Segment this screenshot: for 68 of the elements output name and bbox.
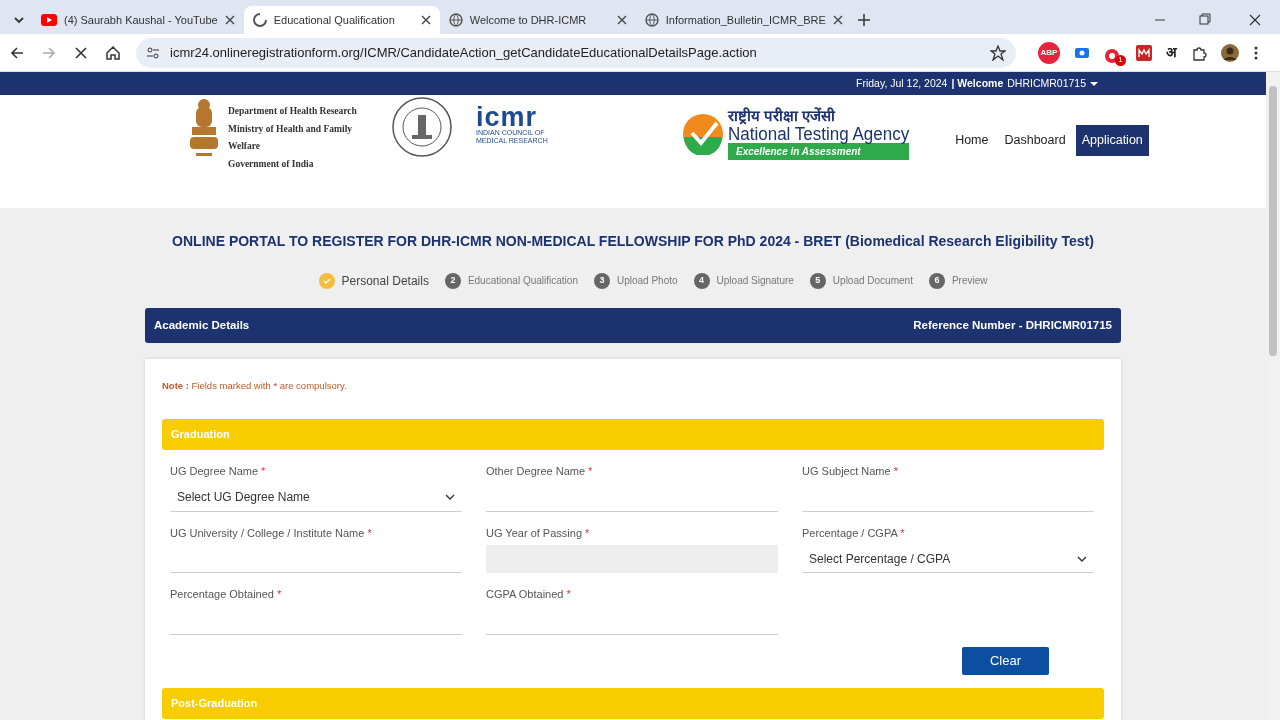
step-number: 6 (928, 272, 945, 289)
menu-icon[interactable] (1253, 44, 1259, 61)
logo-tagline: Excellence in Assessment (728, 143, 910, 160)
puzzle-icon[interactable] (1191, 44, 1207, 61)
field-label: Other Degree Name * (486, 464, 594, 480)
site-info-icon[interactable] (146, 45, 160, 60)
browser-tab[interactable]: Information_Bulletin_ICMR_BRE (635, 6, 852, 34)
caret-icon[interactable] (1090, 80, 1098, 87)
step-number: 4 (693, 272, 710, 289)
camera-icon[interactable] (1074, 45, 1090, 60)
field-label: Percentage / CGPA * (802, 525, 906, 541)
nav-link[interactable]: Home (949, 125, 995, 156)
scrollbar[interactable] (1266, 72, 1280, 720)
step-label: Upload Photo (616, 274, 678, 289)
reference-number: Reference Number - DHRICMR01715 (913, 317, 1112, 333)
step-label: Upload Document (832, 274, 913, 289)
close-icon[interactable] (832, 15, 843, 25)
section-header: Graduation (162, 419, 1104, 451)
browser-tab[interactable]: Educational Qualification (243, 6, 440, 34)
count-badge: 1 (1115, 54, 1126, 66)
field-label: UG Year of Passing * (486, 525, 591, 541)
page-title: ONLINE PORTAL TO REGISTER FOR DHR-ICMR NON-MEDICAL FELLOWSHIP FOR PhD 2024 - BRET (Biomedical Research Eligibility Test) (171, 233, 1095, 250)
user-menu[interactable]: DHRICMR01715 (1007, 75, 1086, 92)
extension-icon[interactable]: ABP (1038, 41, 1060, 64)
date-text: Friday, Jul 12, 2024 (856, 75, 948, 91)
globe-icon (448, 13, 463, 27)
step-label: Personal Details (341, 272, 429, 290)
department-text: Ministry of Health and Family Welfare (228, 122, 354, 153)
logo-text: राष्ट्रीय परीक्षा एजेंसी (728, 107, 837, 124)
close-icon[interactable] (420, 15, 431, 25)
logo-text: icmr (476, 105, 538, 129)
address-bar[interactable]: icmr24.onlineregistrationform.org/ICMR/CandidateAction_getCandidateEducationalDetailsPage.action (136, 37, 1016, 68)
department-text: Government of India (228, 157, 315, 171)
browser-tab[interactable]: (4) Saurabh Kaushal - YouTube (32, 6, 244, 34)
home-icon[interactable] (104, 43, 122, 62)
field-label: Percentage Obtained * (170, 587, 283, 603)
field-label: UG Subject Name * (802, 464, 899, 480)
close-icon[interactable] (616, 15, 627, 25)
bookmark-star-icon[interactable] (990, 44, 1006, 61)
nav-link[interactable]: Dashboard (998, 125, 1072, 156)
loading-icon (252, 13, 267, 27)
nav-link[interactable]: Application (1075, 125, 1149, 156)
browser-tab[interactable]: Welcome to DHR-ICMR (439, 6, 636, 34)
section-header: Post-Graduation (162, 687, 1104, 719)
department-text: Department of Health Research (228, 105, 358, 118)
step-label: Preview (951, 274, 988, 289)
check-logo-icon (682, 112, 724, 155)
avatar-icon[interactable] (1221, 43, 1239, 62)
step-number: 5 (809, 272, 826, 289)
step-number: 2 (444, 272, 461, 289)
step-label: Educational Qualification (467, 274, 578, 289)
welcome-text: | Welcome (951, 75, 1004, 91)
grid-icon[interactable] (1136, 44, 1152, 61)
step-label: Upload Signature (716, 274, 794, 289)
section-title: Academic Details (154, 317, 250, 333)
chevron-icon (445, 494, 455, 501)
step-number: 3 (593, 272, 610, 289)
field-label: CGPA Obtained * (486, 587, 572, 603)
clear-button[interactable]: Clear (962, 646, 1049, 675)
video-icon (41, 14, 57, 26)
chevron-icon (1077, 555, 1087, 562)
close-icon[interactable] (224, 15, 235, 25)
language-button[interactable]: अ (1166, 42, 1177, 63)
note-text: Note : Fields marked with * are compulsory. (162, 378, 348, 393)
field-label: UG University / College / Institute Name * (170, 525, 373, 541)
globe-icon (644, 13, 659, 27)
check-icon (322, 276, 331, 285)
field-label: UG Degree Name * (170, 464, 267, 480)
